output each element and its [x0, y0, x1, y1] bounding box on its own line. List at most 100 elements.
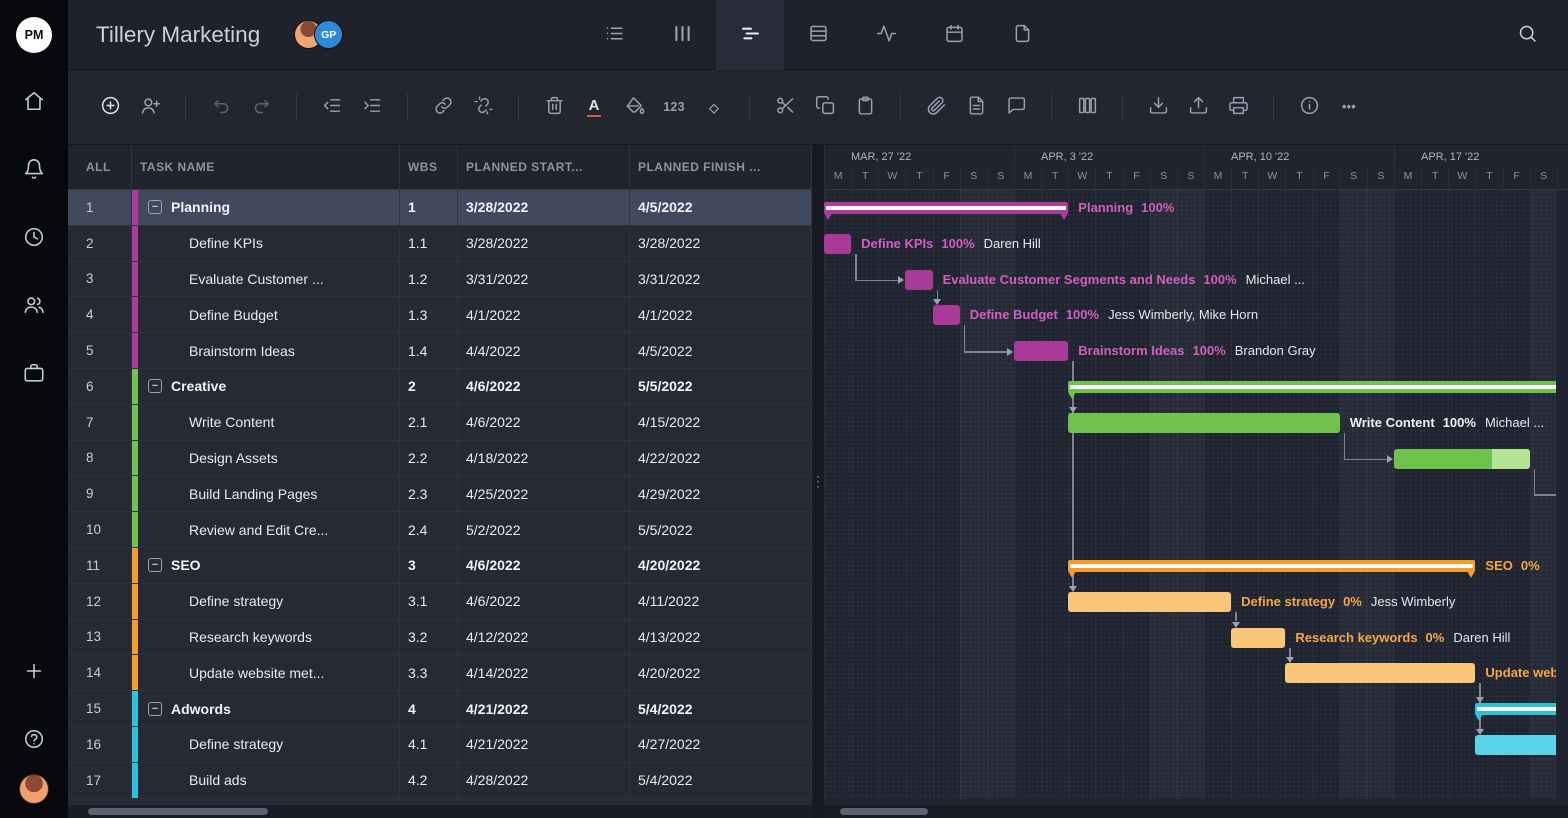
tab-gantt-view[interactable] [716, 0, 784, 70]
table-row[interactable]: 4Define Budget1.34/1/20224/1/2022 [68, 297, 812, 333]
day-letter: S [1340, 166, 1367, 190]
table-row[interactable]: 5Brainstorm Ideas1.44/4/20224/5/2022 [68, 333, 812, 369]
planned-start-cell: 4/21/2022 [458, 727, 630, 762]
attach-button[interactable] [916, 87, 956, 127]
export-button[interactable] [1178, 87, 1218, 127]
gantt-task-bar[interactable] [933, 305, 960, 325]
table-row[interactable]: 8Design Assets2.24/18/20224/22/2022 [68, 441, 812, 477]
table-row[interactable]: 7Write Content2.14/6/20224/15/2022 [68, 405, 812, 441]
column-header[interactable]: ALL [68, 145, 132, 189]
sidebar-item-briefcase[interactable] [14, 354, 54, 394]
gantt-task-bar[interactable] [1475, 735, 1556, 755]
gantt-task-bar[interactable] [1394, 449, 1530, 469]
sidebar-item-users[interactable] [14, 286, 54, 326]
milestone-button[interactable]: ◇ [694, 87, 734, 127]
numbers-button[interactable]: 123 [654, 87, 694, 127]
panel-resize-divider[interactable] [812, 145, 824, 818]
collapse-icon[interactable]: − [148, 200, 162, 214]
doc-icon [1012, 23, 1033, 47]
member-avatars[interactable]: GP [294, 20, 343, 49]
gantt-task-bar[interactable] [1285, 663, 1475, 683]
tab-sheet-view[interactable] [784, 0, 852, 70]
redo-button[interactable] [241, 87, 281, 127]
cut-button[interactable] [765, 87, 805, 127]
table-row[interactable]: 6−Creative24/6/20225/5/2022 [68, 369, 812, 405]
column-header[interactable]: WBS [400, 145, 458, 189]
columns-button[interactable] [1067, 87, 1107, 127]
table-horizontal-scrollbar[interactable] [68, 805, 812, 818]
pm-logo-button[interactable]: PM [16, 0, 52, 70]
sidebar-item-plus[interactable] [14, 652, 54, 692]
table-row[interactable]: 15−Adwords44/21/20225/4/2022 [68, 691, 812, 727]
more-button[interactable]: ••• [1329, 87, 1369, 127]
gantt-task-bar[interactable] [905, 270, 932, 290]
tab-calendar-view[interactable] [920, 0, 988, 70]
planned-finish-cell: 4/11/2022 [630, 584, 812, 619]
column-header[interactable]: TASK NAME [132, 145, 400, 189]
day-column [1313, 190, 1340, 799]
column-header[interactable]: PLANNED FINISH ... [630, 145, 812, 189]
search-button[interactable] [1504, 0, 1550, 70]
table-row[interactable]: 1−Planning13/28/20224/5/2022 [68, 190, 812, 226]
table-row[interactable]: 3Evaluate Customer ...1.23/31/20223/31/2… [68, 262, 812, 298]
notes-button[interactable] [956, 87, 996, 127]
gantt-bar-label: Brainstorm Ideas100%Brandon Gray [1078, 342, 1315, 360]
gantt-task-bar[interactable] [1068, 592, 1231, 612]
text-color-button[interactable]: A [574, 87, 614, 127]
scrollbar-thumb[interactable] [88, 808, 268, 815]
gantt-task-bar[interactable] [1231, 628, 1285, 648]
member-avatar-initials[interactable]: GP [314, 20, 343, 49]
copy-button[interactable] [805, 87, 845, 127]
add-user-button[interactable] [130, 87, 170, 127]
dependency-line [1344, 459, 1390, 461]
day-letter: S [1177, 166, 1204, 190]
gantt-summary-bar[interactable] [1475, 703, 1556, 715]
table-row[interactable]: 12Define strategy3.14/6/20224/11/2022 [68, 584, 812, 620]
table-row[interactable]: 10Review and Edit Cre...2.45/2/20225/5/2… [68, 512, 812, 548]
collapse-icon[interactable]: − [148, 379, 162, 393]
comment-button[interactable] [996, 87, 1036, 127]
table-row[interactable]: 17Build ads4.24/28/20225/4/2022 [68, 763, 812, 799]
user-avatar[interactable] [19, 774, 49, 804]
collapse-icon[interactable]: − [148, 558, 162, 572]
sidebar-item-home[interactable] [14, 82, 54, 122]
gantt-task-bar[interactable] [1014, 341, 1068, 361]
sidebar-item-bell[interactable] [14, 150, 54, 190]
task-color-strip [132, 548, 138, 583]
gantt-horizontal-scrollbar[interactable] [824, 805, 1568, 818]
sidebar-item-help[interactable] [14, 720, 54, 760]
table-row[interactable]: 16Define strategy4.14/21/20224/27/2022 [68, 727, 812, 763]
table-row[interactable]: 9Build Landing Pages2.34/25/20224/29/202… [68, 476, 812, 512]
undo-button[interactable] [201, 87, 241, 127]
tab-list-view[interactable] [580, 0, 648, 70]
table-row[interactable]: 2Define KPIs1.13/28/20223/28/2022 [68, 226, 812, 262]
gantt-task-bar[interactable] [1068, 413, 1339, 433]
dependency-line [1534, 469, 1536, 496]
table-row[interactable]: 14Update website met...3.34/14/20224/20/… [68, 655, 812, 691]
tab-activity-view[interactable] [852, 0, 920, 70]
table-row[interactable]: 13Research keywords3.24/12/20224/13/2022 [68, 620, 812, 656]
outdent-button[interactable] [312, 87, 352, 127]
scrollbar-thumb[interactable] [840, 808, 928, 815]
fill-button[interactable] [614, 87, 654, 127]
collapse-icon[interactable]: − [148, 702, 162, 716]
trash-button[interactable] [534, 87, 574, 127]
column-header[interactable]: PLANNED START... [458, 145, 630, 189]
tab-board-view[interactable] [648, 0, 716, 70]
paste-button[interactable] [845, 87, 885, 127]
indent-button[interactable] [352, 87, 392, 127]
gantt-summary-bar[interactable] [824, 202, 1068, 214]
gantt-summary-bar[interactable] [1068, 381, 1556, 393]
task-name: Write Content [189, 414, 274, 430]
print-button[interactable] [1218, 87, 1258, 127]
gantt-task-bar[interactable] [824, 234, 851, 254]
link-button[interactable] [423, 87, 463, 127]
import-button[interactable] [1138, 87, 1178, 127]
add-task-button[interactable] [90, 87, 130, 127]
gantt-summary-bar[interactable] [1068, 560, 1475, 572]
table-row[interactable]: 11−SEO34/6/20224/20/2022 [68, 548, 812, 584]
info-button[interactable] [1289, 87, 1329, 127]
unlink-button[interactable] [463, 87, 503, 127]
sidebar-item-clock[interactable] [14, 218, 54, 258]
tab-document-view[interactable] [988, 0, 1056, 70]
